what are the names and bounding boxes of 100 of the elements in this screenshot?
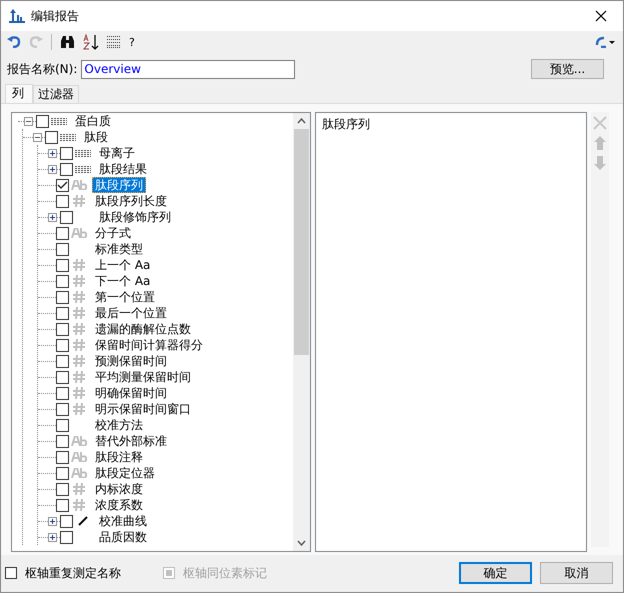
table-icon — [75, 150, 91, 156]
tree-item[interactable]: 遗漏的酶解位点数 — [92, 321, 194, 337]
expand-icon[interactable] — [48, 516, 57, 526]
tree-item[interactable]: 明确保留时间 — [92, 385, 170, 401]
checkbox[interactable] — [60, 162, 73, 176]
tree-item[interactable]: 预测保留时间 — [92, 353, 170, 369]
tree-item[interactable]: 品质因数 — [96, 529, 150, 545]
tree-item[interactable]: 保留时间计算器得分 — [92, 337, 206, 353]
checkbox[interactable] — [60, 146, 73, 160]
checkbox[interactable] — [56, 466, 69, 480]
tree-item[interactable]: 校准方法 — [92, 417, 146, 433]
tree-item[interactable]: 下一个 Aa — [92, 273, 154, 289]
sort-icon[interactable] — [83, 34, 99, 50]
tree-item[interactable]: 标准类型 — [92, 241, 146, 257]
tree-item[interactable]: 分子式 — [92, 225, 134, 241]
preview-button[interactable]: 预览... — [531, 59, 604, 79]
tree-item[interactable]: 明示保留时间窗口 — [92, 401, 194, 417]
checkbox[interactable] — [36, 114, 49, 128]
text-type-icon — [70, 436, 88, 446]
text-type-icon — [70, 180, 88, 190]
dialog-button[interactable]: 确定 — [459, 562, 532, 584]
checkbox[interactable] — [56, 434, 69, 448]
checkbox[interactable] — [56, 290, 69, 304]
checkbox[interactable] — [60, 530, 73, 544]
tree-item[interactable]: 第一个位置 — [92, 289, 158, 305]
checkbox[interactable] — [56, 258, 69, 272]
checkbox[interactable] — [56, 306, 69, 320]
option-label: 枢轴重复测定名称 — [25, 564, 121, 582]
number-type-icon — [73, 499, 85, 511]
checkbox[interactable] — [60, 210, 73, 224]
tab[interactable]: 过滤器 — [33, 85, 79, 103]
tree-item[interactable]: 内标浓度 — [92, 481, 146, 497]
report-name-field[interactable]: Overview — [81, 60, 296, 78]
checkbox[interactable] — [56, 242, 69, 256]
expand-icon[interactable] — [48, 212, 57, 222]
checkbox[interactable] — [56, 338, 69, 352]
help-button[interactable]: ? — [129, 36, 135, 48]
text-type-icon — [70, 468, 88, 478]
checkbox[interactable] — [56, 370, 69, 384]
tab[interactable]: 列 — [5, 84, 33, 103]
expand-icon[interactable] — [48, 164, 57, 174]
tree-item[interactable]: 校准曲线 — [96, 513, 150, 529]
checkbox[interactable] — [56, 178, 69, 192]
report-name-label: 报告名称(N): — [7, 60, 78, 78]
checkbox[interactable] — [56, 274, 69, 288]
number-type-icon — [73, 195, 85, 207]
tree-item[interactable]: 浓度系数 — [92, 497, 146, 513]
tree-item[interactable]: 肽段修饰序列 — [96, 209, 174, 225]
checkbox[interactable] — [56, 450, 69, 464]
expand-icon[interactable] — [48, 148, 57, 158]
number-type-icon — [73, 355, 85, 367]
number-type-icon — [73, 387, 85, 399]
tree-item[interactable]: 肽段定位器 — [92, 465, 158, 481]
checkbox[interactable] — [56, 386, 69, 400]
list-item[interactable]: 肽段序列 — [322, 116, 580, 133]
tree-item[interactable]: 肽段注释 — [92, 449, 146, 465]
checkbox[interactable] — [56, 482, 69, 496]
number-type-icon — [73, 371, 85, 383]
expand-icon[interactable] — [48, 532, 57, 542]
collapse-icon[interactable] — [24, 116, 33, 126]
tree-item[interactable]: 母离子 — [96, 145, 138, 161]
tree-item[interactable]: 肽段序列 — [92, 177, 146, 193]
number-type-icon — [73, 403, 85, 415]
columns-icon[interactable] — [107, 36, 121, 48]
checkbox[interactable] — [56, 354, 69, 368]
tree-item[interactable]: 肽段 — [81, 129, 111, 145]
checkbox[interactable] — [56, 226, 69, 240]
dialog-button[interactable]: 取消 — [540, 562, 613, 584]
checkbox[interactable] — [56, 418, 69, 432]
number-type-icon — [73, 323, 85, 335]
checkbox[interactable] — [60, 514, 73, 528]
tree-item[interactable]: 蛋白质 — [72, 113, 114, 129]
tree-item[interactable]: 最后一个位置 — [92, 305, 170, 321]
table-icon — [75, 166, 91, 172]
binoculars-icon[interactable] — [60, 36, 75, 48]
checkbox[interactable] — [56, 402, 69, 416]
option-label: 枢轴同位素标记 — [183, 564, 267, 582]
table-icon — [51, 118, 67, 124]
tree-item[interactable]: 平均测量保留时间 — [92, 369, 194, 385]
checkbox[interactable] — [56, 322, 69, 336]
checkbox[interactable] — [5, 567, 17, 579]
checkbox[interactable] — [56, 498, 69, 512]
checkbox[interactable] — [45, 130, 58, 144]
scrollbar[interactable] — [293, 113, 310, 551]
number-type-icon — [73, 339, 85, 351]
undo-icon[interactable] — [7, 36, 21, 48]
app-icon — [9, 9, 25, 23]
window-title: 编辑报告 — [31, 8, 79, 24]
text-type-icon — [70, 228, 88, 238]
tree-item[interactable]: 肽段结果 — [96, 161, 150, 177]
number-type-icon — [73, 259, 85, 271]
tree-item[interactable]: 上一个 Aa — [92, 257, 154, 273]
tree-item[interactable]: 肽段序列长度 — [92, 193, 170, 209]
tree-item[interactable]: 替代外部标准 — [92, 433, 170, 449]
text-type-icon — [70, 452, 88, 462]
number-type-icon — [73, 275, 85, 287]
table-icon — [60, 134, 76, 140]
collapse-icon[interactable] — [33, 132, 42, 142]
checkbox[interactable] — [56, 194, 69, 208]
number-type-icon — [73, 291, 85, 303]
